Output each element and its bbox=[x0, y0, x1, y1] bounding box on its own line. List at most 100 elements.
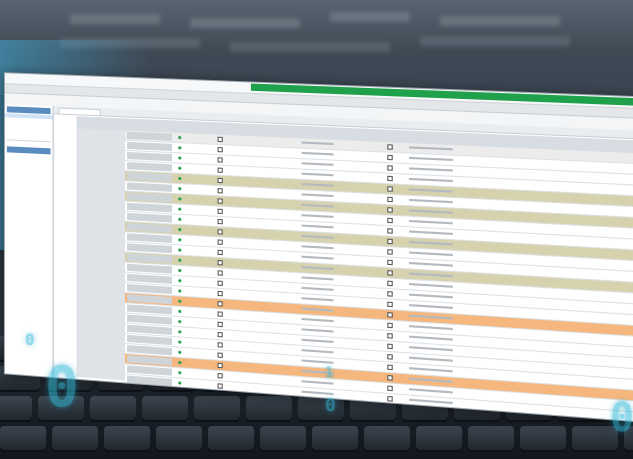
row-detail bbox=[387, 165, 394, 171]
row-value bbox=[217, 198, 224, 204]
row-detail bbox=[387, 354, 394, 360]
status-dot-icon bbox=[178, 258, 182, 262]
row-extra-placeholder bbox=[409, 293, 453, 299]
row-value bbox=[217, 352, 224, 358]
checkbox[interactable] bbox=[217, 136, 223, 143]
row-status bbox=[178, 135, 182, 139]
checkbox[interactable] bbox=[217, 146, 223, 153]
checkbox[interactable] bbox=[387, 217, 393, 224]
checkbox[interactable] bbox=[217, 218, 223, 225]
row-value bbox=[217, 383, 224, 389]
checkbox[interactable] bbox=[217, 280, 223, 287]
checkbox[interactable] bbox=[217, 157, 223, 163]
checkbox[interactable] bbox=[217, 373, 223, 379]
row-detail bbox=[387, 270, 394, 276]
row-extra-placeholder bbox=[409, 335, 453, 341]
row-detail bbox=[387, 364, 394, 371]
checkbox[interactable] bbox=[387, 354, 393, 360]
row-detail bbox=[387, 301, 394, 308]
row-detail bbox=[387, 144, 394, 150]
checkbox[interactable] bbox=[217, 362, 223, 369]
row-value bbox=[217, 229, 224, 235]
checkbox[interactable] bbox=[217, 321, 223, 328]
tab[interactable] bbox=[58, 107, 101, 116]
row-value bbox=[217, 342, 224, 348]
row-detail-placeholder bbox=[301, 172, 334, 177]
row-value bbox=[217, 331, 224, 338]
checkbox[interactable] bbox=[217, 260, 223, 266]
checkbox[interactable] bbox=[217, 301, 223, 307]
status-dot-icon bbox=[178, 370, 182, 374]
checkbox[interactable] bbox=[387, 333, 393, 339]
row-extra-placeholder bbox=[409, 167, 453, 172]
status-dot-icon bbox=[178, 237, 182, 241]
checkbox[interactable] bbox=[387, 154, 393, 161]
row-status bbox=[178, 247, 182, 252]
keyboard-key bbox=[364, 426, 410, 450]
checkbox[interactable] bbox=[217, 270, 223, 276]
checkbox[interactable] bbox=[217, 342, 223, 348]
row-name bbox=[127, 284, 173, 295]
checkbox[interactable] bbox=[387, 165, 393, 171]
checkbox[interactable] bbox=[387, 291, 393, 297]
row-detail-placeholder bbox=[301, 255, 334, 260]
checkbox[interactable] bbox=[387, 385, 393, 392]
checkbox[interactable] bbox=[387, 186, 393, 192]
row-status bbox=[178, 145, 182, 149]
row-detail bbox=[387, 312, 394, 318]
row-status bbox=[178, 237, 182, 241]
checkbox[interactable] bbox=[387, 301, 393, 308]
status-dot-icon bbox=[178, 166, 182, 170]
checkbox[interactable] bbox=[387, 196, 393, 203]
checkbox[interactable] bbox=[387, 396, 393, 402]
checkbox[interactable] bbox=[217, 311, 223, 317]
status-dot-icon bbox=[178, 247, 182, 252]
app-window-perspective: – □ × bbox=[0, 60, 633, 426]
row-status bbox=[178, 360, 182, 364]
checkbox[interactable] bbox=[387, 322, 393, 329]
status-dot-icon bbox=[178, 339, 182, 344]
checkbox[interactable] bbox=[217, 352, 223, 358]
checkbox[interactable] bbox=[387, 249, 393, 255]
checkbox[interactable] bbox=[387, 228, 393, 234]
checkbox[interactable] bbox=[217, 290, 223, 297]
checkbox[interactable] bbox=[387, 144, 393, 150]
row-status bbox=[178, 278, 182, 282]
checkbox[interactable] bbox=[217, 188, 223, 194]
checkbox[interactable] bbox=[387, 207, 393, 213]
checkbox[interactable] bbox=[217, 383, 223, 389]
tree-item[interactable] bbox=[5, 129, 53, 135]
row-detail bbox=[387, 343, 394, 350]
checkbox[interactable] bbox=[387, 238, 393, 245]
row-detail-placeholder bbox=[301, 162, 334, 166]
row-detail bbox=[387, 154, 394, 161]
row-value bbox=[217, 311, 224, 317]
checkbox[interactable] bbox=[217, 239, 223, 245]
checkbox[interactable] bbox=[217, 177, 223, 184]
row-value bbox=[217, 177, 224, 184]
checkbox[interactable] bbox=[387, 312, 393, 318]
checkbox[interactable] bbox=[217, 198, 223, 204]
checkbox[interactable] bbox=[217, 331, 223, 338]
checkbox[interactable] bbox=[387, 343, 393, 350]
row-extra-placeholder bbox=[409, 346, 453, 352]
checkbox[interactable] bbox=[387, 175, 393, 182]
row-status bbox=[178, 370, 182, 374]
checkbox[interactable] bbox=[217, 208, 223, 215]
row-extra-placeholder bbox=[409, 240, 453, 246]
checkbox[interactable] bbox=[387, 270, 393, 276]
row-detail-placeholder bbox=[301, 317, 334, 323]
checkbox[interactable] bbox=[387, 375, 393, 381]
checkbox[interactable] bbox=[387, 259, 393, 266]
checkbox[interactable] bbox=[217, 167, 223, 173]
status-dot-icon bbox=[178, 360, 182, 364]
row-value bbox=[217, 301, 224, 307]
checkbox[interactable] bbox=[217, 249, 223, 256]
row-detail-placeholder bbox=[301, 234, 334, 239]
row-detail-placeholder bbox=[301, 141, 334, 146]
checkbox[interactable] bbox=[387, 280, 393, 287]
checkbox[interactable] bbox=[217, 229, 223, 235]
row-value bbox=[217, 146, 224, 153]
grid-rows bbox=[125, 130, 633, 426]
checkbox[interactable] bbox=[387, 364, 393, 371]
